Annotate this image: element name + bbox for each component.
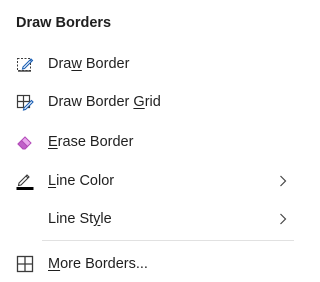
- menu-item-draw-border-grid[interactable]: Draw Border Grid: [0, 83, 300, 121]
- section-header-draw-borders: Draw Borders: [16, 15, 112, 31]
- menu-item-line-style[interactable]: Line Style: [0, 200, 300, 238]
- menu-item-more-borders[interactable]: More Borders...: [0, 245, 300, 282]
- line-color-icon: [16, 172, 34, 190]
- menu-item-erase-border[interactable]: Erase Border: [0, 123, 300, 161]
- draw-borders-menu: Draw Borders Draw Border Draw Border Gri…: [0, 0, 300, 282]
- draw-border-icon: [16, 55, 34, 73]
- menu-item-label: Line Style: [48, 211, 112, 227]
- menu-item-label: Draw Border: [48, 56, 130, 72]
- menu-divider: [42, 240, 294, 241]
- draw-border-grid-icon: [16, 93, 34, 111]
- menu-item-label: More Borders...: [48, 256, 148, 272]
- menu-item-label: Draw Border Grid: [48, 94, 161, 110]
- menu-item-line-color[interactable]: Line Color: [0, 162, 300, 200]
- menu-item-label: Line Color: [48, 173, 115, 189]
- menu-item-draw-border[interactable]: Draw Border: [0, 45, 300, 83]
- chevron-right-icon: [278, 174, 288, 188]
- chevron-right-icon: [278, 212, 288, 226]
- menu-item-label: Erase Border: [48, 134, 134, 150]
- eraser-icon: [16, 133, 34, 151]
- all-borders-icon: [16, 255, 34, 273]
